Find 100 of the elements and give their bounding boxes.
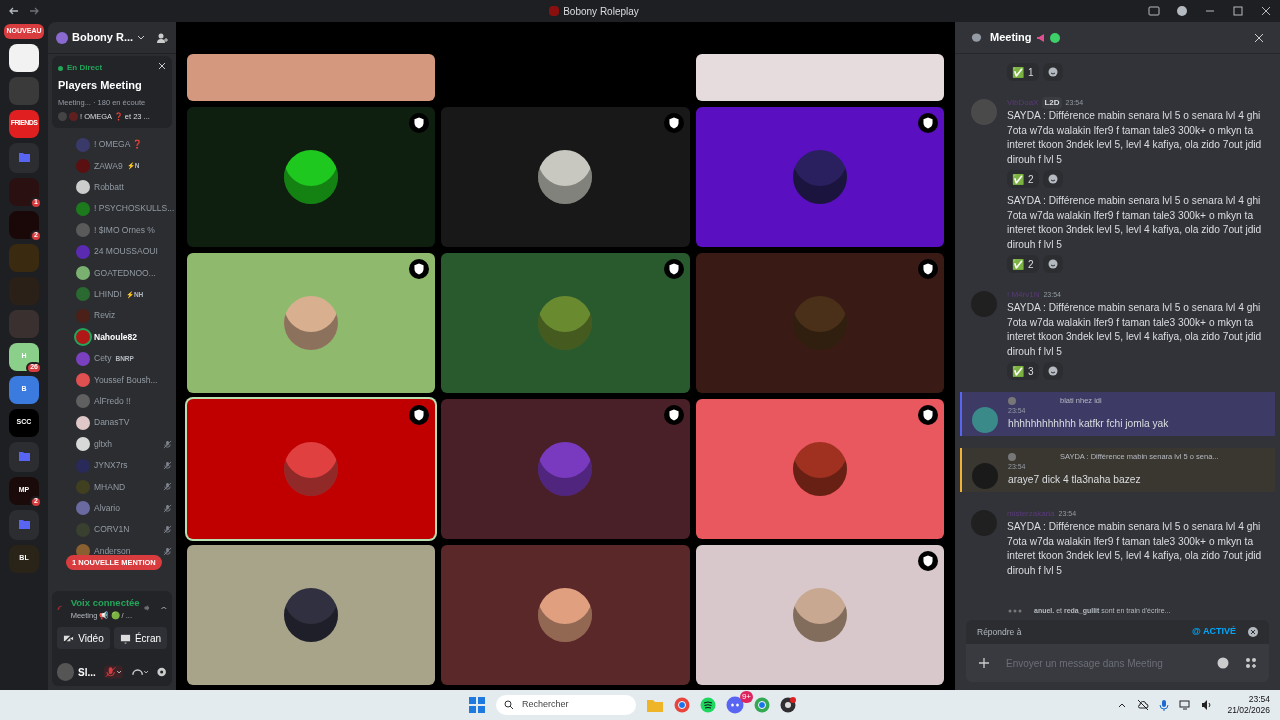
add-reaction-button[interactable] bbox=[1042, 362, 1063, 380]
participant-avatar bbox=[538, 588, 593, 642]
network-icon[interactable] bbox=[1179, 699, 1192, 711]
music-app-icon[interactable] bbox=[700, 697, 716, 713]
maximize-icon[interactable] bbox=[1232, 5, 1244, 17]
member-name[interactable]: Cety bbox=[94, 352, 112, 365]
add-reaction-button[interactable] bbox=[1042, 255, 1063, 273]
video-tile[interactable] bbox=[441, 399, 690, 539]
close-icon[interactable] bbox=[1260, 5, 1272, 17]
inbox-icon[interactable] bbox=[1148, 5, 1160, 17]
participant-avatar bbox=[792, 150, 847, 204]
add-member-icon[interactable] bbox=[156, 31, 168, 44]
video-tile[interactable] bbox=[441, 107, 690, 247]
chevron-down-icon[interactable] bbox=[137, 33, 146, 42]
member-name[interactable]: MHAND bbox=[94, 480, 126, 494]
video-tile[interactable] bbox=[695, 107, 944, 247]
member-name[interactable]: Anderson bbox=[94, 544, 131, 558]
plus-icon[interactable] bbox=[978, 657, 990, 669]
video-tile[interactable] bbox=[187, 253, 436, 393]
server-folder[interactable] bbox=[9, 142, 39, 173]
server-folder[interactable] bbox=[9, 509, 39, 540]
close-icon[interactable] bbox=[1254, 32, 1264, 43]
participant-avatar bbox=[284, 296, 339, 350]
member-name[interactable]: ! PSYCHOSKULLS... bbox=[94, 202, 175, 216]
video-tile[interactable] bbox=[187, 54, 436, 101]
windows-start-icon[interactable] bbox=[468, 696, 486, 714]
participant-avatar bbox=[538, 296, 593, 350]
microphone-icon[interactable] bbox=[1159, 699, 1170, 711]
member-name[interactable]: GOATEDNOO... bbox=[94, 266, 156, 280]
participant-avatar bbox=[538, 442, 593, 496]
member-name[interactable]: JYNX7rs bbox=[94, 459, 128, 472]
user-avatar[interactable] bbox=[57, 663, 74, 681]
participant-avatar bbox=[284, 150, 339, 204]
cloud-off-icon[interactable] bbox=[1137, 699, 1150, 711]
member-name[interactable]: ! $IMO Ornes % bbox=[94, 223, 155, 237]
member-name[interactable]: Reviz bbox=[94, 309, 116, 323]
message-text: SAYDA : Différence mabin senara lvl 5 o senara lvl 4 ghi 7ota w7da walakin lfer9 f taman tale3 300k+ o mkyn ta interet tkoon 3ndek levl 5, levl 4 kafiya, ola zido 7out jdid dirouh f lvl 5 bbox=[1007, 109, 1263, 167]
member-name[interactable]: 24 MOUSSAOUI bbox=[94, 245, 158, 258]
add-reaction-button[interactable] bbox=[1042, 170, 1063, 188]
member-name[interactable]: Nahoule82 bbox=[94, 330, 137, 344]
reply-avatar bbox=[1008, 452, 1016, 461]
member-name[interactable]: CORV1N bbox=[94, 523, 130, 537]
member-name[interactable]: ZAWA9 bbox=[94, 159, 123, 173]
reaction-button[interactable]: ✅ 3 bbox=[1007, 362, 1039, 380]
video-tile[interactable] bbox=[695, 545, 944, 685]
reaction-button[interactable]: ✅ 2 bbox=[1007, 170, 1039, 188]
member-name[interactable]: LHINDI bbox=[94, 288, 122, 301]
member-name[interactable]: Youssef Boush... bbox=[94, 373, 158, 387]
video-tile[interactable] bbox=[441, 253, 690, 393]
back-icon[interactable] bbox=[8, 5, 20, 17]
browser-icon[interactable] bbox=[754, 697, 770, 713]
forward-icon[interactable] bbox=[28, 5, 40, 17]
member-name[interactable]: Alvario bbox=[94, 501, 120, 515]
member-name[interactable]: ! OMEGA ❓ bbox=[94, 138, 144, 152]
headphones-icon[interactable] bbox=[130, 666, 148, 678]
video-tile[interactable] bbox=[441, 545, 690, 685]
member-name[interactable]: gltxh bbox=[94, 437, 112, 451]
message-text: hhhhhhhhhhhh katfkr fchi jomla yak bbox=[1008, 416, 1170, 431]
message-text: araye7 dick 4 tla3naha bazez bbox=[1008, 472, 1142, 487]
clock-date[interactable]: 21/02/2026 bbox=[1227, 705, 1270, 716]
chat-app-icon[interactable] bbox=[726, 696, 744, 714]
channel-title: Meeting bbox=[990, 30, 1032, 46]
guild-tag: L2D bbox=[1042, 97, 1062, 109]
reaction-button[interactable]: ✅ 1 bbox=[1007, 63, 1039, 81]
video-tile[interactable] bbox=[187, 107, 436, 247]
close-icon[interactable] bbox=[1248, 627, 1258, 637]
search-field[interactable]: Rechercher bbox=[496, 695, 636, 715]
member-name[interactable]: DanasTV bbox=[94, 416, 130, 430]
screen-icon bbox=[119, 632, 131, 644]
video-tile[interactable] bbox=[695, 399, 944, 539]
app-icon bbox=[549, 6, 560, 16]
server-folder[interactable] bbox=[9, 441, 39, 472]
reaction-button[interactable]: ✅ 2 bbox=[1007, 255, 1039, 273]
server-icon bbox=[56, 31, 68, 44]
member-name[interactable]: AlFredo !! bbox=[94, 395, 131, 408]
video-tile[interactable] bbox=[695, 253, 944, 393]
screen-share-button[interactable]: Écran bbox=[114, 627, 167, 649]
server-name[interactable]: Bobony R... bbox=[72, 29, 134, 46]
video-tile[interactable] bbox=[187, 545, 436, 685]
message-text: SAYDA : Différence mabin senara lvl 5 o senara lvl 4 ghi 7ota w7da walakin lfer9 f taman tale3 300k+ o mkyn ta interet tkoon 3ndek levl 5, levl 4 kafiya, ola zido 7out jdid dirouh f lvl 5 bbox=[1007, 301, 1263, 359]
apps-icon[interactable] bbox=[1245, 657, 1257, 669]
video-tile[interactable] bbox=[695, 54, 944, 101]
mic-muted-icon[interactable] bbox=[103, 665, 123, 679]
record-app-icon[interactable] bbox=[780, 697, 796, 713]
volume-icon[interactable] bbox=[1201, 699, 1214, 711]
browser-icon[interactable] bbox=[674, 697, 690, 713]
participant-avatar bbox=[538, 150, 593, 204]
settings-icon[interactable] bbox=[155, 666, 167, 678]
server-icon[interactable] bbox=[9, 43, 39, 72]
video-button[interactable]: Vidéo bbox=[57, 627, 110, 649]
user-avatar[interactable] bbox=[972, 407, 998, 433]
mention-toggle[interactable]: @ ACTIVÉ bbox=[1192, 625, 1236, 639]
video-tile[interactable] bbox=[187, 399, 436, 539]
add-reaction-button[interactable] bbox=[1042, 63, 1063, 81]
close-icon[interactable] bbox=[158, 62, 166, 70]
message-text: SAYDA : Différence mabin senara lvl 5 o senara lvl 4 ghi 7ota w7da walakin lfer9 f taman tale3 300k+ o mkyn ta interet tkoon 3ndek levl 5, levl 4 kafiya, ola zido 7out jdid dirouh f lvl 5 bbox=[1007, 194, 1263, 252]
participant-avatar bbox=[792, 588, 847, 642]
window-title: Bobony Roleplay bbox=[563, 4, 639, 19]
clock-time[interactable]: 23:54 bbox=[1248, 694, 1270, 705]
member-name[interactable]: Robbatt bbox=[94, 181, 124, 194]
